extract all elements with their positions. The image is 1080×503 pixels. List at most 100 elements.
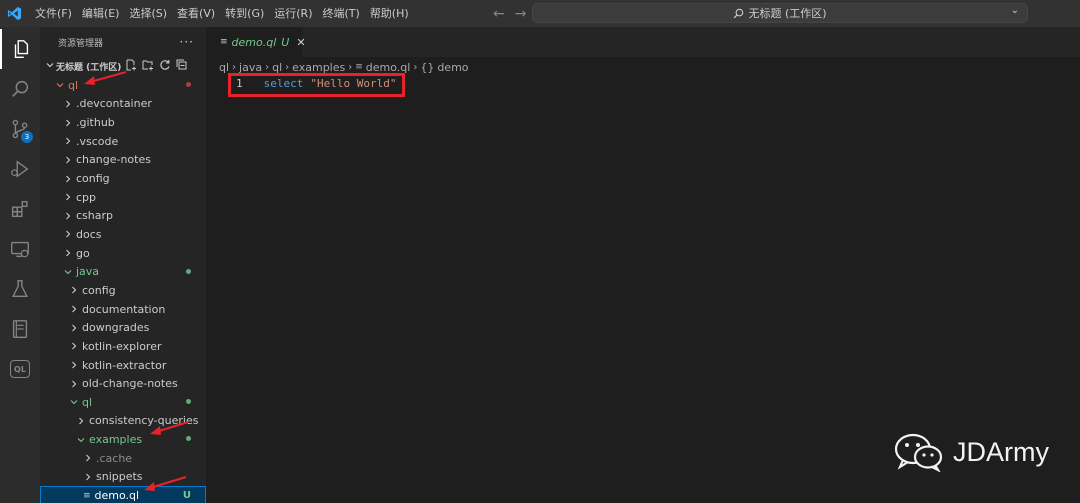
search-icon[interactable] xyxy=(0,69,40,109)
menu-file[interactable]: 文件(F) xyxy=(30,0,77,27)
git-status-dot xyxy=(186,82,191,87)
extensions-icon[interactable] xyxy=(0,189,40,229)
tree-item-label: change-notes xyxy=(76,153,151,167)
run-debug-icon[interactable] xyxy=(0,149,40,189)
tree-item-label: documentation xyxy=(82,302,166,316)
folder-item[interactable]: documentation xyxy=(40,300,206,319)
menu-terminal[interactable]: 终端(T) xyxy=(318,0,365,27)
breadcrumb-item[interactable]: demo.ql xyxy=(366,61,411,74)
tree-item-label: kotlin-extractor xyxy=(82,358,167,372)
tree-item-label: docs xyxy=(76,227,102,241)
folder-item[interactable]: csharp xyxy=(40,207,206,226)
activity-bar: 3 QL xyxy=(0,27,40,503)
chevron-right-icon xyxy=(75,417,87,425)
file-lines-icon: ≡ xyxy=(355,62,363,72)
folder-item[interactable]: .devcontainer xyxy=(40,95,206,114)
tab-status: U xyxy=(281,35,290,49)
close-icon[interactable]: ✕ xyxy=(296,36,305,49)
codeql-label: QL xyxy=(10,360,30,378)
menu-help[interactable]: 帮助(H) xyxy=(365,0,414,27)
breadcrumb-item[interactable]: ql xyxy=(272,61,282,74)
module-braces-icon: {} xyxy=(420,60,435,74)
chevron-down-icon xyxy=(44,61,56,72)
nav-arrows: ← → xyxy=(493,0,526,27)
menu-run[interactable]: 运行(R) xyxy=(269,0,317,27)
source-control-icon[interactable]: 3 xyxy=(0,109,40,149)
new-folder-icon[interactable] xyxy=(142,59,154,71)
file-tree: ql .devcontainer .github .vscode change-note… xyxy=(40,76,206,503)
folder-item[interactable]: config xyxy=(40,281,206,300)
chevron-right-icon xyxy=(62,249,74,257)
tree-item-label: csharp xyxy=(76,209,113,223)
chevron-down-icon xyxy=(75,436,87,444)
wechat-logo-icon xyxy=(894,433,943,472)
watermark-text: JDArmy xyxy=(953,436,1049,467)
tree-item-label: .github xyxy=(76,116,115,130)
chevron-right-icon xyxy=(62,119,74,127)
folder-item[interactable]: java xyxy=(40,263,206,282)
menu-view[interactable]: 查看(V) xyxy=(172,0,220,27)
chevron-right-icon xyxy=(82,473,94,481)
notebook-icon[interactable] xyxy=(0,309,40,349)
folder-item[interactable]: ql xyxy=(40,393,206,412)
more-actions-icon[interactable]: ··· xyxy=(180,35,194,49)
annotation-arrow-icon xyxy=(144,475,187,491)
explorer-icon[interactable] xyxy=(0,29,40,69)
command-center-search[interactable]: 无标题 (工作区) ⌄ xyxy=(532,3,1028,23)
scm-badge: 3 xyxy=(21,131,33,143)
menu-bar: 文件(F) 编辑(E) 选择(S) 查看(V) 转到(G) 运行(R) 终端(T… xyxy=(30,0,414,27)
chevron-right-icon: › xyxy=(348,61,353,73)
file-lines-icon: ≡ xyxy=(83,490,91,501)
tree-item-label: cpp xyxy=(76,190,97,204)
chevron-right-icon xyxy=(68,342,80,350)
forward-arrow-icon[interactable]: → xyxy=(515,6,527,22)
tree-item-label: snippets xyxy=(96,470,143,484)
chevron-down-icon xyxy=(68,398,80,406)
tree-item-label: .cache xyxy=(96,451,133,465)
chevron-right-icon xyxy=(68,380,80,388)
folder-item[interactable]: config xyxy=(40,169,206,188)
folder-item[interactable]: .cache xyxy=(40,449,206,468)
remote-explorer-icon[interactable] xyxy=(0,229,40,269)
folder-item[interactable]: .vscode xyxy=(40,132,206,151)
chevron-right-icon: › xyxy=(413,61,418,73)
breadcrumb-item[interactable]: ql xyxy=(219,61,229,74)
chevron-right-icon xyxy=(62,156,74,164)
git-status-dot xyxy=(186,399,191,405)
menu-selection[interactable]: 选择(S) xyxy=(124,0,172,27)
breadcrumb-item[interactable]: java xyxy=(239,61,262,74)
watermark: JDArmy xyxy=(893,432,1049,472)
collapse-all-icon[interactable] xyxy=(176,59,188,71)
file-lines-icon: ≡ xyxy=(220,37,228,47)
menu-go[interactable]: 转到(G) xyxy=(220,0,269,27)
editor-tabs: ≡ demo.ql U ✕ xyxy=(206,27,1080,57)
folder-item[interactable]: .github xyxy=(40,113,206,132)
back-arrow-icon[interactable]: ← xyxy=(493,6,505,22)
breadcrumb-item[interactable]: examples xyxy=(292,61,345,74)
menu-edit[interactable]: 编辑(E) xyxy=(77,0,125,27)
folder-item[interactable]: downgrades xyxy=(40,318,206,337)
folder-item[interactable]: kotlin-explorer xyxy=(40,337,206,356)
chevron-down-icon xyxy=(62,268,74,276)
tree-item-label: go xyxy=(76,246,90,260)
breadcrumb-item[interactable]: demo xyxy=(437,61,468,74)
folder-item[interactable]: docs xyxy=(40,225,206,244)
codeql-icon[interactable]: QL xyxy=(0,349,40,389)
annotation-arrow-icon xyxy=(84,70,127,85)
explorer-actions xyxy=(125,59,188,71)
tree-item-label: config xyxy=(76,172,110,186)
chevron-down-icon[interactable]: ⌄ xyxy=(1011,5,1019,16)
folder-item[interactable]: old-change-notes xyxy=(40,374,206,393)
tree-item-label: config xyxy=(82,283,116,297)
tree-item-label: demo.ql xyxy=(94,489,140,503)
folder-item[interactable]: kotlin-extractor xyxy=(40,356,206,375)
testing-flask-icon[interactable] xyxy=(0,269,40,309)
folder-item[interactable]: cpp xyxy=(40,188,206,207)
chevron-right-icon xyxy=(82,454,94,462)
refresh-icon[interactable] xyxy=(159,59,171,71)
folder-item[interactable]: go xyxy=(40,244,206,263)
tree-item-label: examples xyxy=(89,433,143,447)
tab-demo-ql[interactable]: ≡ demo.ql U ✕ xyxy=(206,27,306,57)
folder-item[interactable]: change-notes xyxy=(40,151,206,170)
tree-item-label: old-change-notes xyxy=(82,377,178,391)
